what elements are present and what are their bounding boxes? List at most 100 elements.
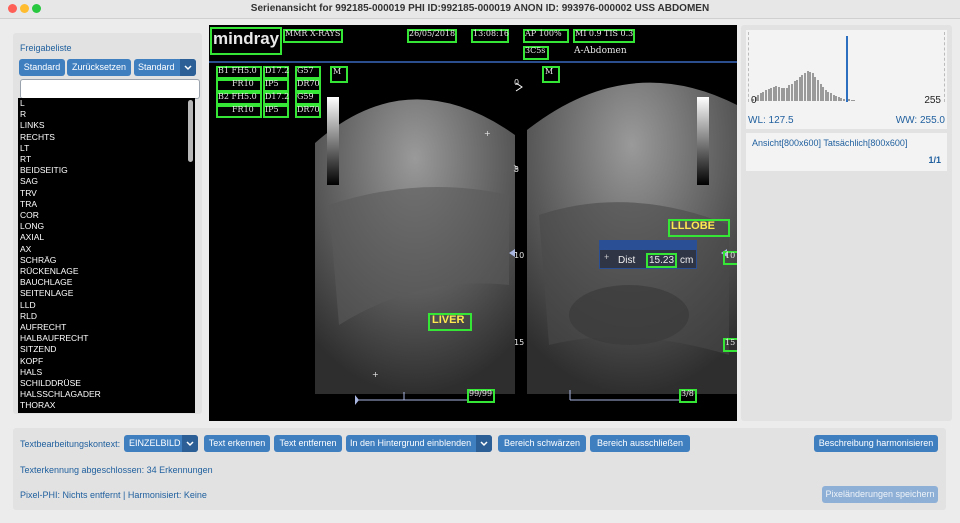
- allow-list-item[interactable]: BAUCHLAGE: [18, 277, 186, 288]
- m-marker-left: M: [333, 67, 342, 76]
- acquisition-parameter: IP5: [265, 105, 279, 114]
- exclude-region-button[interactable]: Bereich ausschließen: [590, 435, 690, 452]
- allow-list-item[interactable]: LLD: [18, 300, 186, 311]
- preset-text: A-Abdomen: [574, 46, 627, 56]
- allow-list-item[interactable]: LONG: [18, 221, 186, 232]
- mindray-logo: mindray: [213, 29, 280, 48]
- preset-dropdown-value: Standard: [138, 62, 175, 72]
- m-marker-right: M: [545, 67, 554, 76]
- allow-list-item[interactable]: SEITENLAGE: [18, 288, 186, 299]
- depth-10: 10: [514, 251, 525, 260]
- standard-button[interactable]: Standard: [19, 59, 65, 76]
- time-text: 13:08:16: [473, 29, 509, 38]
- acquisition-parameter: B2 FH5.0: [218, 92, 257, 101]
- allow-list-item[interactable]: RLD: [18, 311, 186, 322]
- right-depth-15: 15: [725, 338, 736, 347]
- measurement-box: + Dist 15.23 cm: [599, 249, 697, 269]
- cross-marker-icon: +: [372, 370, 379, 379]
- page-indicator: 1/1: [928, 155, 941, 165]
- depth-15: 15: [514, 338, 525, 347]
- depth-0: 0: [514, 78, 520, 87]
- chevron-down-icon: [476, 435, 492, 452]
- allow-list-title: Freigabeliste: [20, 43, 72, 53]
- depth-5: 5: [514, 165, 520, 174]
- allow-list-item[interactable]: KOPF: [18, 356, 186, 367]
- allow-list-panel: Freigabeliste Standard Zurücksetzen Stan…: [13, 33, 202, 414]
- allow-list-item[interactable]: R: [18, 109, 186, 120]
- allow-list-scrollbar[interactable]: [186, 98, 195, 413]
- window-level-marker[interactable]: [845, 36, 848, 102]
- blend-label: In den Hintergrund einblenden: [350, 438, 472, 448]
- acquisition-parameter: G57: [297, 66, 314, 75]
- acquisition-parameter: G59: [297, 92, 314, 101]
- allow-list-item[interactable]: HALS: [18, 367, 186, 378]
- bottom-left-value: 99/99: [469, 389, 493, 398]
- allow-list-item[interactable]: RÜCKENLAGE: [18, 266, 186, 277]
- recognize-text-button[interactable]: Text erkennen: [204, 435, 270, 452]
- allow-list-item[interactable]: L: [18, 98, 186, 109]
- cross-marker-icon: +: [604, 252, 610, 262]
- distance-label: Dist: [618, 255, 636, 266]
- allow-list-item[interactable]: AX: [18, 244, 186, 255]
- cross-marker-icon: +: [484, 129, 491, 138]
- allow-list-item[interactable]: AXIAL: [18, 232, 186, 243]
- image-viewer[interactable]: mindray MMR X-RAYS 26/05/2018 13:08:16 A…: [209, 25, 737, 421]
- allow-list[interactable]: L R LINKS RECHTS LT RT BEIDSEITIG SAG TRV TRA COR L…: [18, 98, 186, 413]
- allow-list-item[interactable]: SCHRÄG: [18, 255, 186, 266]
- acquisition-parameter: IP5: [265, 79, 279, 88]
- mi-text: MI 0.9: [575, 29, 602, 38]
- tis-text: TIS 0.3: [604, 29, 634, 38]
- allow-list-item[interactable]: SAG: [18, 176, 186, 187]
- bottom-right-value: 3/8: [681, 389, 694, 398]
- histogram[interactable]: 0 255 WL: 127.5 WW: 255.0: [746, 30, 947, 129]
- allow-list-item[interactable]: HALBAUFRECHT: [18, 333, 186, 344]
- context-dropdown[interactable]: EINZELBILD: [124, 435, 198, 452]
- lllobe-label: LLLOBE: [671, 220, 715, 232]
- acquisition-parameter: FR10: [232, 79, 254, 88]
- preset-dropdown[interactable]: Standard: [134, 59, 196, 76]
- allow-list-item[interactable]: TRA: [18, 199, 186, 210]
- reset-button[interactable]: Zurücksetzen: [67, 59, 131, 76]
- allow-list-item[interactable]: AUFRECHT: [18, 322, 186, 333]
- institution-text: MMR X-RAYS: [285, 29, 341, 38]
- acquisition-parameter: B1 FH5.0: [218, 66, 257, 75]
- allow-list-item[interactable]: SCHILDDRÜSE: [18, 378, 186, 389]
- image-info-panel: 0 255 WL: 127.5 WW: 255.0 Ansicht[800x60…: [741, 25, 952, 421]
- recognition-status: Texterkennung abgeschlossen: 34 Erkennun…: [20, 465, 213, 475]
- allow-list-item[interactable]: TRV: [18, 188, 186, 199]
- chevron-down-icon: [180, 59, 196, 76]
- allow-list-item[interactable]: RT: [18, 154, 186, 165]
- view-info-box: Ansicht[800x600] Tatsächlich[800x600] 1/…: [746, 133, 947, 171]
- window-width: WW: 255.0: [895, 115, 945, 126]
- allow-list-item[interactable]: THORAX: [18, 400, 186, 411]
- blacken-region-button[interactable]: Bereich schwärzen: [498, 435, 586, 452]
- allow-list-item[interactable]: BEIDSEITIG: [18, 165, 186, 176]
- save-pixel-changes-button[interactable]: Pixeländerungen speichern: [822, 486, 938, 503]
- distance-unit: cm: [680, 255, 694, 266]
- allow-list-search-input[interactable]: [20, 79, 200, 99]
- view-size-info: Ansicht[800x600] Tatsächlich[800x600]: [752, 138, 908, 148]
- allow-list-item[interactable]: COR: [18, 210, 186, 221]
- date-text: 26/05/2018: [409, 29, 456, 38]
- context-dropdown-value: EINZELBILD: [129, 438, 181, 448]
- histogram-min: 0: [751, 95, 757, 106]
- remove-text-button[interactable]: Text entfernen: [274, 435, 342, 452]
- context-label: Textbearbeitungskontext:: [20, 439, 121, 449]
- allow-list-item[interactable]: HALSSCHLAGADER: [18, 389, 186, 400]
- liver-label: LIVER: [432, 314, 465, 326]
- blend-background-dropdown[interactable]: In den Hintergrund einblenden: [346, 435, 492, 452]
- allow-list-item[interactable]: SITZEND: [18, 344, 186, 355]
- allow-list-item[interactable]: LT: [18, 143, 186, 154]
- acquisition-parameter: D17.2: [265, 92, 290, 101]
- phi-status: Pixel-PHI: Nichts entfernt | Harmonisier…: [20, 490, 207, 500]
- text-editing-panel: Textbearbeitungskontext: EINZELBILD Text…: [13, 428, 946, 510]
- harmonize-description-button[interactable]: Beschreibung harmonisieren: [814, 435, 938, 452]
- scrollbar-thumb[interactable]: [188, 100, 193, 162]
- window-level: WL: 127.5: [748, 115, 794, 126]
- acquisition-parameter: DR70: [297, 79, 320, 88]
- window-title: Serienansicht for 992185-000019 PHI ID:9…: [250, 3, 710, 14]
- chevron-down-icon: [182, 435, 198, 452]
- acquisition-parameter: FR10: [232, 105, 254, 114]
- allow-list-item[interactable]: RECHTS: [18, 132, 186, 143]
- allow-list-item[interactable]: LINKS: [18, 120, 186, 131]
